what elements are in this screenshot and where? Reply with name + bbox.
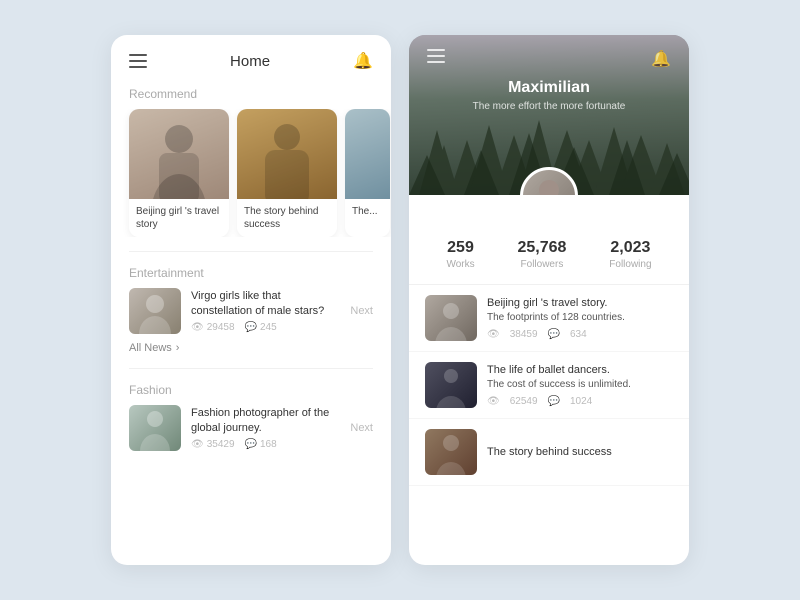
post-thumb-2 bbox=[425, 362, 477, 408]
recommend-card-2[interactable]: The story behind success bbox=[237, 109, 337, 237]
post-text-3: The story behind success bbox=[487, 445, 612, 460]
post-title-1: Beijing girl 's travel story. bbox=[487, 296, 625, 311]
rec-caption-2: The story behind success bbox=[237, 199, 337, 237]
stat-followers-label: Followers bbox=[517, 259, 566, 270]
recommend-card-1[interactable]: Beijing girl 's travel story bbox=[129, 109, 229, 237]
fashion-text: Fashion photographer of the global journ… bbox=[191, 406, 340, 451]
rec-image-3 bbox=[345, 109, 390, 199]
post-item-1[interactable]: Beijing girl 's travel story. The footpr… bbox=[409, 285, 689, 352]
post-thumb-3 bbox=[425, 429, 477, 475]
recommend-scroll: Beijing girl 's travel story The story b… bbox=[111, 109, 391, 237]
post-thumb-1 bbox=[425, 295, 477, 341]
fashion-item: Fashion photographer of the global journ… bbox=[129, 405, 373, 451]
stat-followers-num: 25,768 bbox=[517, 239, 566, 257]
stat-works-num: 259 bbox=[446, 239, 474, 257]
profile-name: Maximilian bbox=[508, 79, 590, 97]
post-title-3: The story behind success bbox=[487, 445, 612, 460]
page-title: Home bbox=[230, 53, 270, 70]
fashion-title: Fashion photographer of the global journ… bbox=[191, 406, 340, 436]
fashion-section: Fashion Fashion photographer of the glob… bbox=[111, 383, 391, 451]
recommend-label: Recommend bbox=[111, 83, 391, 109]
all-news-label: All News bbox=[129, 342, 172, 354]
post-stats-1: 👁 38459 💬 634 bbox=[487, 329, 625, 340]
profile-stats: 259 Works 25,768 Followers 2,023 Followi… bbox=[409, 195, 689, 285]
post-comments-2: 1024 bbox=[570, 396, 592, 407]
divider-2 bbox=[129, 368, 373, 369]
fashion-label: Fashion bbox=[129, 383, 373, 397]
profile-bell-icon[interactable]: 🔔 bbox=[651, 49, 671, 69]
bell-icon[interactable]: 🔔 bbox=[353, 51, 373, 71]
post-item-2[interactable]: The life of ballet dancers. The cost of … bbox=[409, 352, 689, 419]
stat-following: 2,023 Following bbox=[609, 239, 651, 270]
entertainment-stats: 👁 29458 💬 245 bbox=[191, 322, 340, 333]
fashion-stats: 👁 35429 💬 168 bbox=[191, 439, 340, 450]
stat-works: 259 Works bbox=[446, 239, 474, 270]
recommend-card-3[interactable]: The... bbox=[345, 109, 390, 237]
entertainment-thumb bbox=[129, 288, 181, 334]
fashion-next[interactable]: Next bbox=[350, 422, 373, 434]
entertainment-item: Virgo girls like that constellation of m… bbox=[129, 288, 373, 334]
profile-header-icons: 🔔 bbox=[427, 49, 671, 69]
eye-icon-p2: 👁 bbox=[487, 396, 500, 407]
left-phone-card: Home 🔔 Recommend Beijing girl 's travel … bbox=[111, 35, 391, 565]
profile-hamburger-icon[interactable] bbox=[427, 49, 445, 69]
post-text-1: Beijing girl 's travel story. The footpr… bbox=[487, 296, 625, 339]
fash-comment-count: 168 bbox=[260, 439, 277, 450]
eye-icon-p1: 👁 bbox=[487, 329, 500, 340]
profile-header: 🔔 Maximilian The more effort the more fo… bbox=[409, 35, 689, 195]
fashion-thumb bbox=[129, 405, 181, 451]
comment-icon-p1: 💬 bbox=[548, 329, 560, 340]
right-phone-card: 🔔 Maximilian The more effort the more fo… bbox=[409, 35, 689, 565]
rec-caption-1: Beijing girl 's travel story bbox=[129, 199, 229, 237]
profile-subtitle: The more effort the more fortunate bbox=[473, 101, 626, 112]
rec-image-1 bbox=[129, 109, 229, 199]
entertainment-text: Virgo girls like that constellation of m… bbox=[191, 289, 340, 334]
entertainment-label: Entertainment bbox=[129, 266, 373, 280]
post-comments-1: 634 bbox=[570, 329, 587, 340]
comment-icon-ent: 💬 bbox=[245, 322, 257, 333]
stat-following-num: 2,023 bbox=[609, 239, 651, 257]
rec-caption-3: The... bbox=[345, 199, 390, 224]
post-views-1: 38459 bbox=[510, 329, 538, 340]
all-news-link[interactable]: All News › bbox=[129, 342, 373, 354]
ent-comments: 💬 245 bbox=[245, 322, 277, 333]
post-title-2: The life of ballet dancers. bbox=[487, 363, 631, 378]
ent-view-count: 29458 bbox=[207, 322, 235, 333]
entertainment-section: Entertainment Virgo girls like that cons… bbox=[111, 266, 391, 354]
entertainment-title: Virgo girls like that constellation of m… bbox=[191, 289, 340, 319]
profile-posts: Beijing girl 's travel story. The footpr… bbox=[409, 285, 689, 486]
stat-works-label: Works bbox=[446, 259, 474, 270]
rec-image-2 bbox=[237, 109, 337, 199]
hamburger-icon[interactable] bbox=[129, 54, 147, 68]
comment-icon-p2: 💬 bbox=[548, 396, 560, 407]
eye-icon-ent: 👁 bbox=[191, 322, 204, 333]
post-item-3[interactable]: The story behind success bbox=[409, 419, 689, 486]
post-sub-1: The footprints of 128 countries. bbox=[487, 311, 625, 325]
left-header: Home 🔔 bbox=[111, 35, 391, 83]
ent-views: 👁 29458 bbox=[191, 322, 235, 333]
fash-views: 👁 35429 bbox=[191, 439, 235, 450]
post-text-2: The life of ballet dancers. The cost of … bbox=[487, 363, 631, 406]
all-news-chevron: › bbox=[176, 342, 180, 354]
fash-comments: 💬 168 bbox=[245, 439, 277, 450]
divider-1 bbox=[129, 251, 373, 252]
eye-icon-fash: 👁 bbox=[191, 439, 204, 450]
fash-view-count: 35429 bbox=[207, 439, 235, 450]
entertainment-next[interactable]: Next bbox=[350, 305, 373, 317]
post-views-2: 62549 bbox=[510, 396, 538, 407]
comment-icon-fash: 💬 bbox=[245, 439, 257, 450]
stat-followers: 25,768 Followers bbox=[517, 239, 566, 270]
ent-comment-count: 245 bbox=[260, 322, 277, 333]
post-stats-2: 👁 62549 💬 1024 bbox=[487, 396, 631, 407]
post-sub-2: The cost of success is unlimited. bbox=[487, 378, 631, 392]
stat-following-label: Following bbox=[609, 259, 651, 270]
